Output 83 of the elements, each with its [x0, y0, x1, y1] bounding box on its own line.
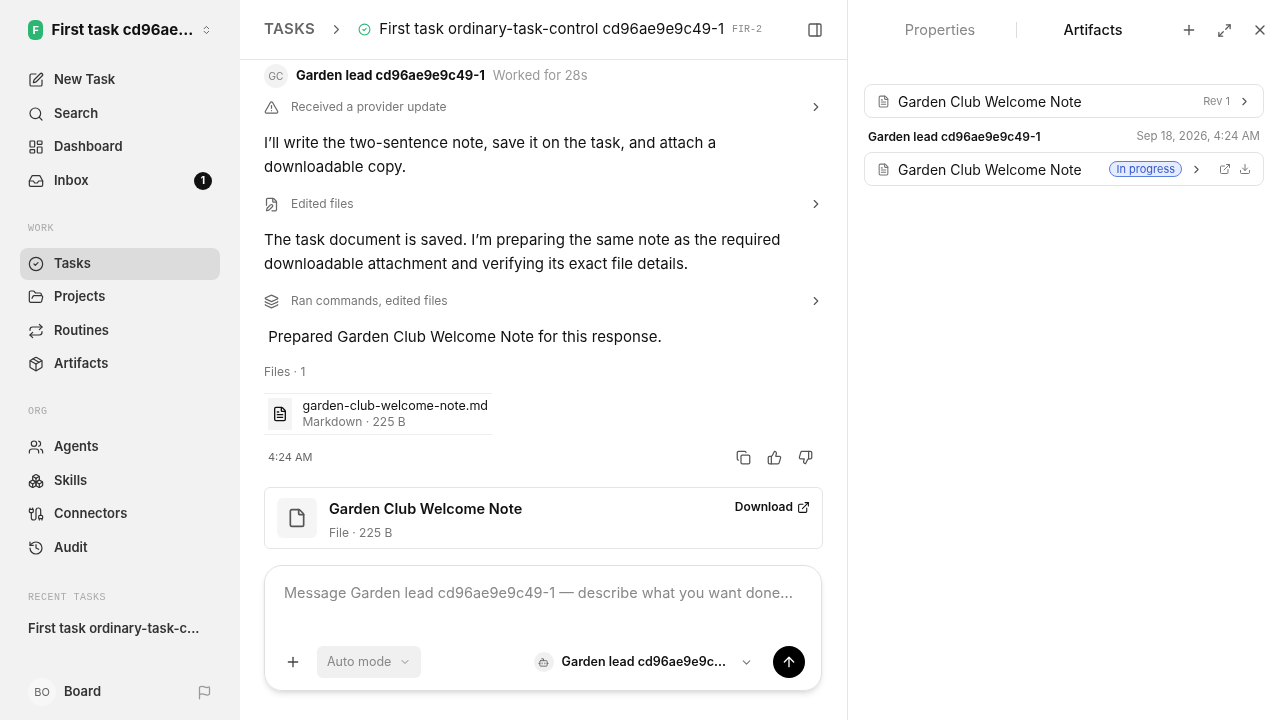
search-icon	[28, 105, 44, 122]
panel-toggle-icon[interactable]	[807, 21, 823, 38]
file-edit-icon	[264, 196, 279, 212]
nav-item[interactable]: Audit	[20, 531, 220, 564]
thumbs-down-icon[interactable]	[798, 449, 813, 465]
panel-tab[interactable]: Properties	[864, 19, 1016, 41]
check-circle-icon	[28, 255, 44, 272]
document-icon	[877, 94, 890, 108]
history-icon	[28, 539, 44, 556]
task-code: FIR-2	[732, 23, 762, 37]
file-icon	[277, 498, 317, 538]
switcher-icon[interactable]	[201, 23, 212, 37]
nav-item[interactable]: Tasks	[20, 247, 220, 280]
revision-label: Rev 1	[1203, 92, 1230, 110]
new-task-icon	[28, 72, 44, 88]
revision-row[interactable]: Garden Club Welcome Note In progress	[864, 152, 1264, 186]
breadcrumb-link[interactable]: TASKS	[264, 18, 316, 41]
files-label: Files · 1	[264, 363, 307, 381]
attachment-meta: File · 225 B	[329, 523, 394, 542]
agent-dropdown[interactable]: Garden lead cd96ae9e9c...	[533, 652, 753, 672]
file-item[interactable]: garden-club-welcome-note.md Markdown · 225 B	[264, 393, 492, 435]
nav-item[interactable]: Inbox 1	[20, 164, 220, 197]
package-icon	[28, 356, 44, 372]
send-button[interactable]	[773, 646, 805, 678]
nav-item[interactable]: Artifacts	[20, 348, 220, 380]
open-external-icon[interactable]	[1219, 163, 1231, 175]
plug-icon	[28, 506, 44, 522]
nav-item[interactable]: New Task	[20, 64, 220, 96]
thumbs-up-icon[interactable]	[767, 449, 782, 465]
status-icon	[358, 23, 372, 36]
task-title: First task ordinary-task-control cd96ae9e9c49-1	[379, 18, 724, 41]
count-badge: 1	[194, 171, 212, 190]
nav-item[interactable]: Routines	[20, 314, 220, 347]
dashboard-icon	[28, 139, 44, 155]
nav-item[interactable]: Projects	[20, 281, 220, 313]
repeat-icon	[28, 322, 44, 339]
message-text: Prepared Garden Club Welcome Note for this response.	[267, 326, 663, 348]
download-icon[interactable]	[1239, 163, 1251, 175]
section-title: ORG	[27, 405, 49, 419]
message-time: 4:24 AM	[267, 448, 314, 466]
flag-icon[interactable]	[197, 684, 212, 700]
agent-avatar: GC	[264, 64, 288, 88]
nav-item[interactable]: Skills	[20, 464, 220, 497]
bot-icon	[533, 652, 554, 672]
nav-item[interactable]: Dashboard	[20, 131, 220, 163]
add-icon[interactable]	[1181, 22, 1197, 38]
layers-icon	[264, 293, 279, 309]
user-avatar: BO	[28, 678, 56, 706]
agent-name: Garden lead cd96ae9e9c49-1	[296, 66, 485, 86]
recent-task[interactable]: First task ordinary-task-c...	[20, 618, 220, 638]
activity-step[interactable]: Ran commands, edited files	[264, 281, 823, 321]
panel-tab[interactable]: Artifacts	[1017, 19, 1169, 41]
warning-icon	[264, 99, 279, 115]
section-title: RECENT TASKS	[27, 590, 107, 605]
message-input[interactable]: Message Garden lead cd96ae9e9c49-1 — describe what you want done...	[281, 582, 805, 604]
expand-icon[interactable]	[1217, 22, 1232, 38]
activity-step[interactable]: Edited files	[264, 184, 823, 224]
section-title: WORK	[27, 221, 55, 236]
file-icon	[268, 398, 293, 430]
message-text: I’ll write the two-sentence note, save it on the task, and attach a downloadable copy.	[264, 132, 718, 178]
add-icon[interactable]	[285, 654, 301, 670]
revision-author: Garden lead cd96ae9e9c49-1	[868, 128, 1042, 146]
status-badge: In progress	[1109, 161, 1182, 177]
download-link[interactable]: Download	[734, 498, 810, 516]
nav-item[interactable]: Connectors	[20, 498, 220, 530]
nav-item[interactable]: Agents	[20, 431, 220, 463]
external-link-icon	[797, 500, 810, 514]
attachment-title: Garden Club Welcome Note	[329, 499, 524, 519]
workspace-name[interactable]: First task cd96ae...	[51, 18, 194, 42]
activity-step[interactable]: Received a provider update	[264, 87, 823, 127]
boxes-icon	[28, 472, 44, 489]
message-text: The task document is saved. I’m preparing the same note as the required downloadable attachment and verifying its exact file details.	[264, 229, 782, 275]
users-icon	[28, 439, 44, 455]
copy-icon[interactable]	[736, 449, 751, 465]
nav-item[interactable]: Search	[20, 97, 220, 130]
inbox-icon	[28, 172, 44, 189]
folder-icon	[28, 289, 44, 305]
user-name[interactable]: Board	[64, 682, 189, 702]
revision-date: Sep 18, 2026, 4:24 AM	[1136, 128, 1260, 146]
worked-time: Worked for 28s	[492, 66, 588, 86]
artifact-row[interactable]: Garden Club Welcome Note Rev 1	[864, 84, 1264, 118]
workspace-logo: F	[28, 20, 44, 40]
document-icon	[877, 162, 890, 176]
